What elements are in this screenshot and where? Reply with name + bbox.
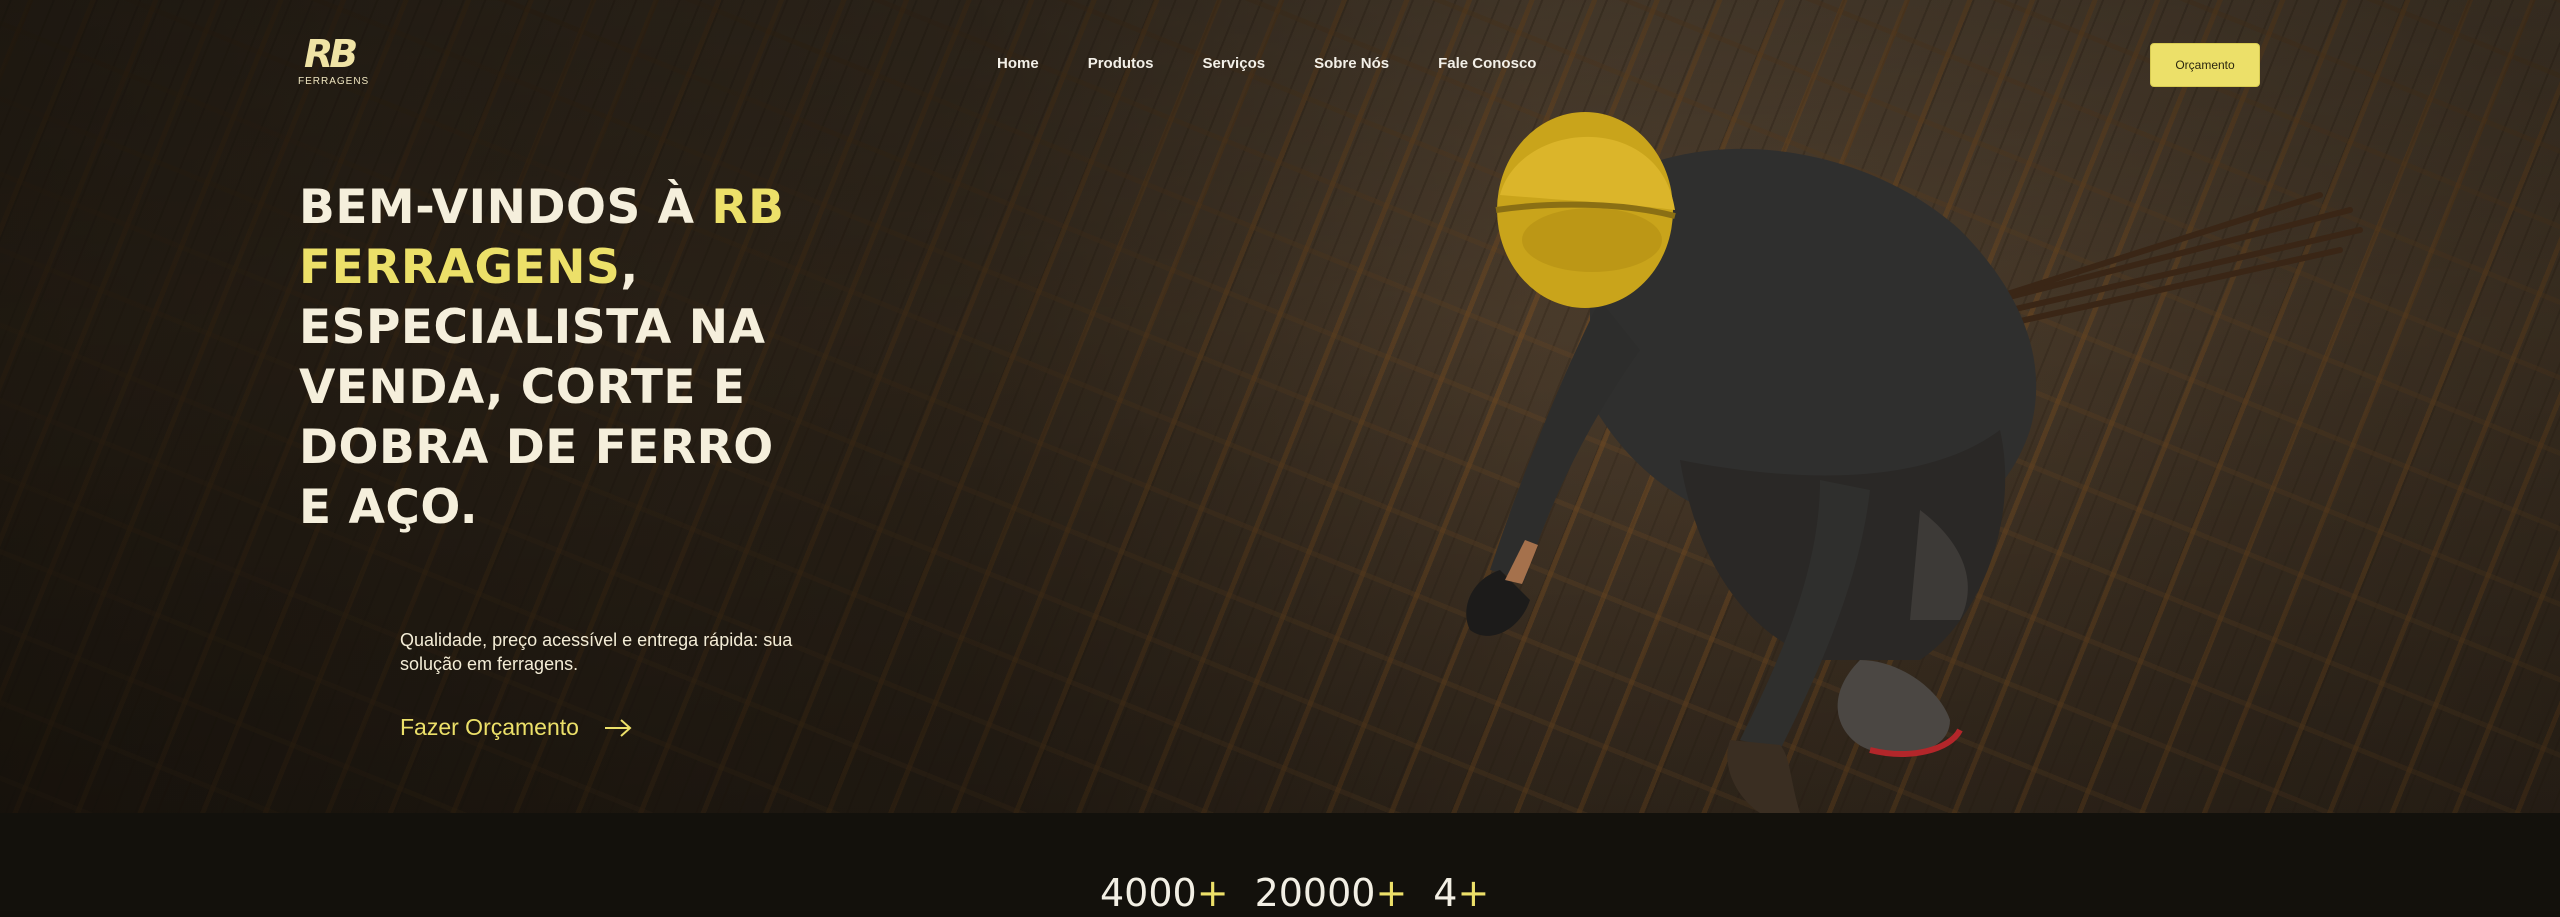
stat-value: 4 xyxy=(1433,871,1458,915)
nav-fale-conosco[interactable]: Fale Conosco xyxy=(1438,55,1536,72)
hero-title: BEM-VINDOS À RB FERRAGENS, ESPECIALISTA … xyxy=(299,178,819,538)
arrow-right-icon xyxy=(604,718,632,737)
stat-item: 20000+ xyxy=(1255,869,1408,917)
hero-section: RB FERRAGENS Home Produtos Serviços Sobr… xyxy=(0,0,2560,813)
stat-item: 4000+ xyxy=(1100,869,1229,917)
orcamento-button[interactable]: Orçamento xyxy=(2150,43,2260,87)
stats-section: 4000+ 20000+ 4+ xyxy=(0,813,2560,915)
worker-image xyxy=(1466,112,2363,813)
stat-item: 4+ xyxy=(1433,869,1489,917)
stat-suffix: + xyxy=(1375,871,1408,915)
brand-logo[interactable]: RB FERRAGENS xyxy=(296,32,386,90)
nav-servicos[interactable]: Serviços xyxy=(1203,55,1266,72)
main-nav: Home Produtos Serviços Sobre Nós Fale Co… xyxy=(997,55,1585,72)
stat-value: 20000 xyxy=(1254,871,1376,915)
stats-row: 4000+ 20000+ 4+ xyxy=(1100,869,1515,917)
nav-home[interactable]: Home xyxy=(997,55,1039,72)
cta-label: Fazer Orçamento xyxy=(400,714,579,740)
fazer-orcamento-link[interactable]: Fazer Orçamento xyxy=(400,714,633,741)
stat-value: 4000 xyxy=(1100,871,1197,915)
nav-produtos[interactable]: Produtos xyxy=(1088,55,1154,72)
nav-sobre-nos[interactable]: Sobre Nós xyxy=(1314,55,1389,72)
stat-suffix: + xyxy=(1196,871,1229,915)
hero-subtitle: Qualidade, preço acessível e entrega ráp… xyxy=(400,630,793,674)
stat-suffix: + xyxy=(1457,871,1490,915)
logo-subtitle: FERRAGENS xyxy=(298,76,370,87)
hero-title-prefix: BEM-VINDOS À xyxy=(299,180,712,235)
logo-mark: RB xyxy=(304,32,358,76)
